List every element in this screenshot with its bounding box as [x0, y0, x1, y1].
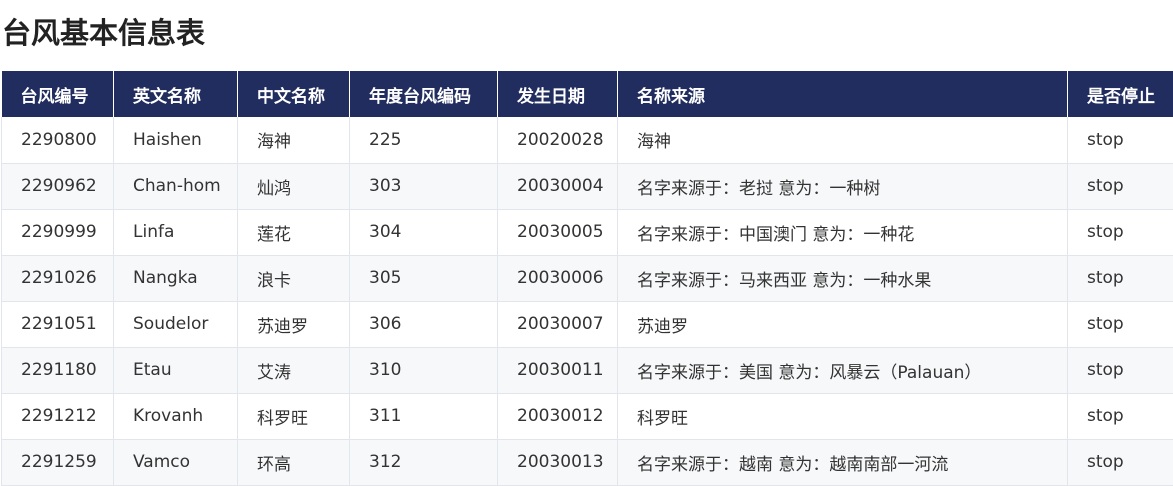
- cell-name-origin: 海神: [618, 117, 1068, 163]
- page-title: 台风基本信息表: [2, 10, 205, 52]
- cell-date: 20020028: [498, 117, 618, 163]
- cell-chinese-name: 海神: [238, 117, 350, 163]
- cell-typhoon-id: 2291180: [2, 347, 114, 393]
- table-row[interactable]: 2291026Nangka浪卡30520030006名字来源于：马来西亚 意为：…: [2, 255, 1173, 301]
- cell-chinese-name: 莲花: [238, 209, 350, 255]
- cell-typhoon-id: 2291026: [2, 255, 114, 301]
- cell-typhoon-id: 2291212: [2, 393, 114, 439]
- cell-name-origin: 名字来源于：马来西亚 意为：一种水果: [618, 255, 1068, 301]
- header-date[interactable]: 发生日期: [498, 71, 618, 117]
- header-chinese-name[interactable]: 中文名称: [238, 71, 350, 117]
- header-english-name[interactable]: 英文名称: [114, 71, 238, 117]
- table-row[interactable]: 2290800Haishen海神22520020028海神stop: [2, 117, 1173, 163]
- typhoon-table-container: 台风编号 英文名称 中文名称 年度台风编码 发生日期 名称来源 是否停止 229…: [1, 71, 1173, 486]
- cell-typhoon-id: 2290999: [2, 209, 114, 255]
- cell-chinese-name: 艾涛: [238, 347, 350, 393]
- cell-date: 20030005: [498, 209, 618, 255]
- table-row[interactable]: 2291180Etau艾涛31020030011名字来源于：美国 意为：风暴云（…: [2, 347, 1173, 393]
- cell-is-stopped: stop: [1068, 439, 1173, 485]
- cell-chinese-name: 灿鸿: [238, 163, 350, 209]
- cell-date: 20030004: [498, 163, 618, 209]
- cell-name-origin: 名字来源于：老挝 意为：一种树: [618, 163, 1068, 209]
- table-header: 台风编号 英文名称 中文名称 年度台风编码 发生日期 名称来源 是否停止: [2, 71, 1173, 117]
- cell-typhoon-id: 2291259: [2, 439, 114, 485]
- cell-english-name: Linfa: [114, 209, 238, 255]
- table-row[interactable]: 2291259Vamco环高31220030013名字来源于：越南 意为：越南南…: [2, 439, 1173, 485]
- cell-name-origin: 苏迪罗: [618, 301, 1068, 347]
- typhoon-info-table: 台风编号 英文名称 中文名称 年度台风编码 发生日期 名称来源 是否停止 229…: [1, 71, 1173, 486]
- table-row[interactable]: 2291051Soudelor苏迪罗30620030007苏迪罗stop: [2, 301, 1173, 347]
- table-row[interactable]: 2290962Chan-hom灿鸿30320030004名字来源于：老挝 意为：…: [2, 163, 1173, 209]
- cell-is-stopped: stop: [1068, 255, 1173, 301]
- header-is-stopped[interactable]: 是否停止: [1068, 71, 1173, 117]
- cell-annual-code: 306: [350, 301, 498, 347]
- cell-english-name: Soudelor: [114, 301, 238, 347]
- header-name-origin[interactable]: 名称来源: [618, 71, 1068, 117]
- cell-date: 20030012: [498, 393, 618, 439]
- cell-annual-code: 225: [350, 117, 498, 163]
- cell-annual-code: 304: [350, 209, 498, 255]
- cell-annual-code: 305: [350, 255, 498, 301]
- cell-name-origin: 科罗旺: [618, 393, 1068, 439]
- cell-chinese-name: 苏迪罗: [238, 301, 350, 347]
- cell-chinese-name: 环高: [238, 439, 350, 485]
- cell-typhoon-id: 2290962: [2, 163, 114, 209]
- table-body: 2290800Haishen海神22520020028海神stop2290962…: [2, 117, 1173, 485]
- cell-is-stopped: stop: [1068, 347, 1173, 393]
- cell-name-origin: 名字来源于：中国澳门 意为：一种花: [618, 209, 1068, 255]
- header-annual-code[interactable]: 年度台风编码: [350, 71, 498, 117]
- cell-is-stopped: stop: [1068, 163, 1173, 209]
- cell-english-name: Haishen: [114, 117, 238, 163]
- cell-typhoon-id: 2290800: [2, 117, 114, 163]
- cell-annual-code: 303: [350, 163, 498, 209]
- cell-name-origin: 名字来源于：越南 意为：越南南部一河流: [618, 439, 1068, 485]
- cell-typhoon-id: 2291051: [2, 301, 114, 347]
- cell-is-stopped: stop: [1068, 393, 1173, 439]
- cell-is-stopped: stop: [1068, 117, 1173, 163]
- cell-is-stopped: stop: [1068, 209, 1173, 255]
- cell-name-origin: 名字来源于：美国 意为：风暴云（Palauan）: [618, 347, 1068, 393]
- cell-date: 20030011: [498, 347, 618, 393]
- cell-annual-code: 312: [350, 439, 498, 485]
- table-row[interactable]: 2290999Linfa莲花30420030005名字来源于：中国澳门 意为：一…: [2, 209, 1173, 255]
- cell-annual-code: 311: [350, 393, 498, 439]
- table-row[interactable]: 2291212Krovanh科罗旺31120030012科罗旺stop: [2, 393, 1173, 439]
- cell-english-name: Vamco: [114, 439, 238, 485]
- cell-is-stopped: stop: [1068, 301, 1173, 347]
- cell-english-name: Chan-hom: [114, 163, 238, 209]
- cell-english-name: Krovanh: [114, 393, 238, 439]
- cell-date: 20030006: [498, 255, 618, 301]
- cell-date: 20030013: [498, 439, 618, 485]
- cell-chinese-name: 科罗旺: [238, 393, 350, 439]
- header-typhoon-id[interactable]: 台风编号: [2, 71, 114, 117]
- cell-english-name: Nangka: [114, 255, 238, 301]
- cell-annual-code: 310: [350, 347, 498, 393]
- cell-english-name: Etau: [114, 347, 238, 393]
- header-row: 台风编号 英文名称 中文名称 年度台风编码 发生日期 名称来源 是否停止: [2, 71, 1173, 117]
- cell-date: 20030007: [498, 301, 618, 347]
- cell-chinese-name: 浪卡: [238, 255, 350, 301]
